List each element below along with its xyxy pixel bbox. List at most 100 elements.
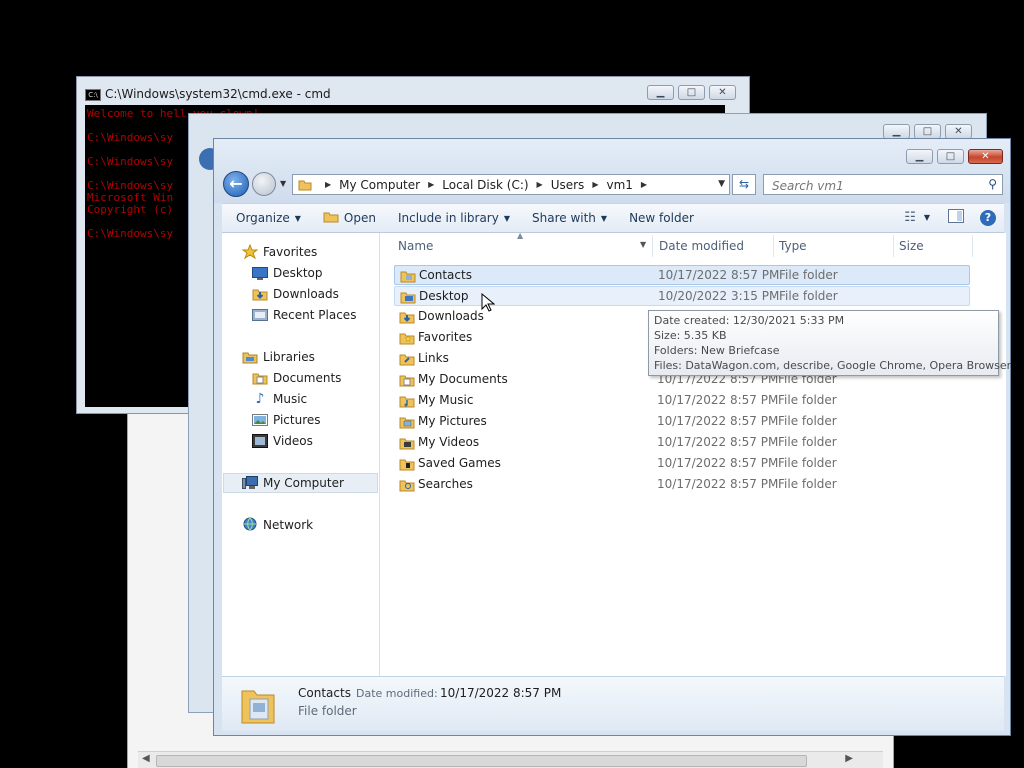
file-list: Name ▲ ▼ Date modified Type Size Contact… (380, 231, 1011, 676)
preview-pane-icon[interactable] (948, 209, 964, 226)
file-row-my-music[interactable]: My Music 10/17/2022 8:57 PM File folder (394, 391, 970, 411)
file-row-searches[interactable]: Searches 10/17/2022 8:57 PM File folder (394, 475, 970, 495)
back-button[interactable]: ← (223, 171, 249, 197)
pictures-icon (252, 413, 268, 427)
nav-network[interactable]: Network (242, 517, 313, 532)
toolbar-right: ☷ ▼ ? (904, 209, 996, 226)
nav-libraries[interactable]: Libraries (242, 350, 315, 364)
breadcrumb-item[interactable]: Users (551, 178, 585, 192)
nav-label: Music (273, 392, 308, 406)
documents-folder-icon (399, 373, 415, 390)
scroll-left-arrow-icon[interactable]: ◀ (142, 753, 150, 764)
desktop-folder-icon (400, 290, 416, 307)
file-row-saved-games[interactable]: Saved Games 10/17/2022 8:57 PM File fold… (394, 454, 970, 474)
organize-button[interactable]: Organize ▼ (236, 211, 301, 225)
file-row-contacts[interactable]: Contacts 10/17/2022 8:57 PM File folder (394, 265, 970, 285)
file-name: My Videos (418, 435, 480, 449)
column-divider[interactable] (652, 235, 653, 257)
nav-favorites[interactable]: Favorites (242, 244, 318, 260)
network-icon (242, 517, 258, 532)
view-options-dropdown-icon[interactable]: ▼ (924, 213, 930, 222)
nav-my-computer[interactable]: My Computer (242, 476, 344, 490)
column-date-header[interactable]: Date modified (659, 239, 744, 253)
nav-label: Pictures (273, 413, 321, 427)
search-box[interactable]: ⚲ (763, 174, 1003, 195)
file-date: 10/17/2022 8:57 PM (657, 393, 779, 407)
column-filter-dropdown-icon[interactable]: ▼ (640, 240, 646, 249)
minimize-button[interactable]: ▁ (883, 124, 910, 139)
file-type: File folder (778, 456, 837, 470)
column-divider[interactable] (893, 235, 894, 257)
close-button[interactable]: ✕ (709, 85, 736, 100)
maximize-button[interactable]: □ (937, 149, 964, 164)
close-button[interactable]: ✕ (945, 124, 972, 139)
nav-desktop[interactable]: Desktop (252, 266, 323, 280)
nav-music[interactable]: ♪ Music (252, 391, 308, 407)
share-with-button[interactable]: Share with ▼ (532, 211, 607, 225)
mid-caption-buttons: ▁ □ ✕ (883, 124, 972, 139)
column-divider[interactable] (773, 235, 774, 257)
maximize-button[interactable]: □ (914, 124, 941, 139)
nav-downloads[interactable]: Downloads (252, 287, 339, 301)
nav-recent-places[interactable]: Recent Places (252, 308, 356, 322)
breadcrumb-arrow-icon[interactable]: ▶ (537, 180, 543, 189)
column-type-header[interactable]: Type (779, 239, 807, 253)
file-name: Favorites (418, 330, 473, 344)
minimize-button[interactable]: ▁ (647, 85, 674, 100)
file-name: My Pictures (418, 414, 487, 428)
search-input[interactable] (770, 176, 974, 195)
help-icon[interactable]: ? (980, 209, 996, 226)
address-dropdown-icon[interactable]: ▼ (718, 179, 725, 189)
address-bar[interactable]: ▶ My Computer ▶ Local Disk (C:) ▶ Users … (292, 174, 730, 195)
nav-videos[interactable]: Videos (252, 434, 313, 448)
details-date-value: 10/17/2022 8:57 PM (440, 686, 562, 700)
search-icon[interactable]: ⚲ (988, 177, 997, 191)
new-folder-label: New folder (629, 211, 694, 225)
mouse-cursor-icon (481, 292, 496, 316)
include-in-library-button[interactable]: Include in library ▼ (398, 211, 510, 225)
breadcrumb-item[interactable]: vm1 (606, 178, 632, 192)
breadcrumb-arrow-icon[interactable]: ▶ (641, 180, 647, 189)
open-button[interactable]: Open (323, 210, 376, 226)
nav-label: Favorites (263, 245, 318, 259)
column-divider[interactable] (972, 235, 973, 257)
new-folder-button[interactable]: New folder (629, 211, 694, 225)
nav-label: Downloads (273, 287, 339, 301)
scroll-right-arrow-icon[interactable]: ▶ (845, 753, 853, 764)
close-button[interactable]: ✕ (968, 149, 1003, 164)
column-size-header[interactable]: Size (899, 239, 924, 253)
file-date: 10/17/2022 8:57 PM (657, 435, 779, 449)
breadcrumb-arrow-icon[interactable]: ▶ (592, 180, 598, 189)
chevron-down-icon: ▼ (294, 213, 301, 223)
nav-label: Desktop (273, 266, 323, 280)
breadcrumb-arrow-icon[interactable]: ▶ (428, 180, 434, 189)
breadcrumb-item[interactable]: My Computer (339, 178, 420, 192)
minimize-button[interactable]: ▁ (906, 149, 933, 164)
file-type: File folder (778, 477, 837, 491)
pictures-folder-icon (399, 415, 415, 432)
breadcrumb-item[interactable]: Local Disk (C:) (442, 178, 528, 192)
change-view-icon[interactable]: ☷ (904, 210, 916, 225)
scrollbar-thumb[interactable] (156, 755, 807, 767)
details-file-name: Contacts (298, 686, 351, 700)
file-date: 10/17/2022 8:57 PM (657, 477, 779, 491)
nav-pictures[interactable]: Pictures (252, 413, 321, 427)
file-row-my-videos[interactable]: My Videos 10/17/2022 8:57 PM File folder (394, 433, 970, 453)
horizontal-scrollbar[interactable]: ◀ ▶ (138, 751, 883, 768)
breadcrumb-arrow-icon[interactable]: ▶ (325, 180, 331, 189)
videos-icon (252, 434, 268, 448)
nav-documents[interactable]: Documents (252, 371, 341, 385)
refresh-button[interactable]: ⇆ (732, 174, 756, 195)
file-row-my-pictures[interactable]: My Pictures 10/17/2022 8:57 PM File fold… (394, 412, 970, 432)
nav-label: Documents (273, 371, 342, 385)
file-name: My Music (418, 393, 474, 407)
forward-button[interactable] (252, 172, 276, 196)
column-name-header[interactable]: Name (398, 239, 433, 253)
cmd-title: C:\ C:\Windows\system32\cmd.exe - cmd (85, 87, 331, 101)
links-folder-icon (399, 352, 415, 369)
command-bar: Organize ▼ Open Include in library ▼ Share… (222, 203, 1004, 233)
maximize-button[interactable]: □ (678, 85, 705, 100)
tooltip-size: Size: 5.35 KB (654, 329, 727, 342)
file-name: My Documents (418, 372, 508, 386)
recent-pages-dropdown-icon[interactable]: ▼ (280, 179, 286, 188)
